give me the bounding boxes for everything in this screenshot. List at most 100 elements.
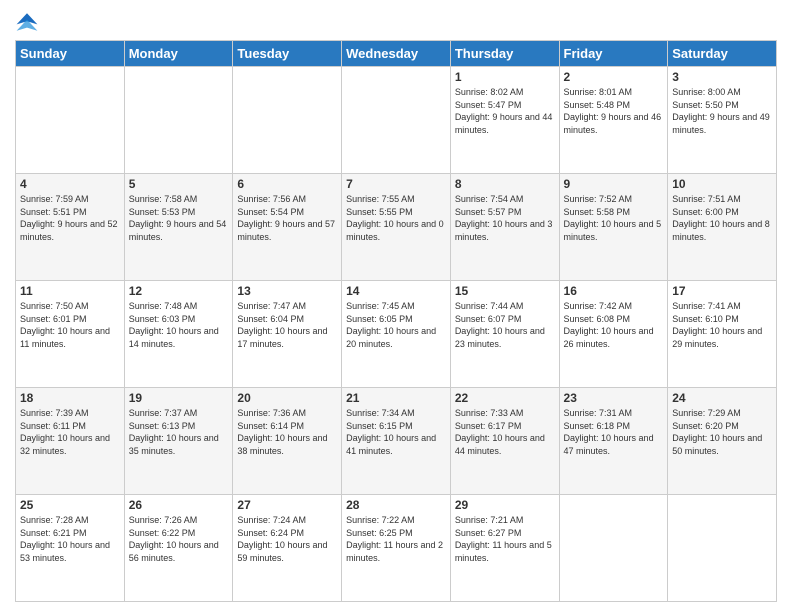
day-number: 15 [455,284,555,298]
day-cell [16,67,125,174]
week-row-4: 25 Sunrise: 7:28 AM Sunset: 6:21 PM Dayli… [16,495,777,602]
day-info: Sunrise: 7:31 AM Sunset: 6:18 PM Dayligh… [564,407,664,457]
day-info: Sunrise: 7:51 AM Sunset: 6:00 PM Dayligh… [672,193,772,243]
day-number: 20 [237,391,337,405]
week-row-3: 18Sunrise: 7:39 AM Sunset: 6:11 PM Dayli… [16,388,777,495]
day-number: 28 [346,498,446,512]
day-number: 25 [20,498,120,512]
week-row-1: 4 Sunrise: 7:59 AM Sunset: 5:51 PM Daylig… [16,174,777,281]
day-cell: 4 Sunrise: 7:59 AM Sunset: 5:51 PM Daylig… [16,174,125,281]
day-info: Sunrise: 8:02 AM Sunset: 5:47 PM Dayligh… [455,86,555,136]
day-number: 23 [564,391,664,405]
day-cell: 23 Sunrise: 7:31 AM Sunset: 6:18 PM Dayli… [559,388,668,495]
day-cell: 9Sunrise: 7:52 AM Sunset: 5:58 PM Daylig… [559,174,668,281]
header [15,10,777,34]
day-header-thursday: Thursday [450,41,559,67]
day-info: Sunrise: 8:01 AM Sunset: 5:48 PM Dayligh… [564,86,664,136]
day-number: 27 [237,498,337,512]
day-cell: 18Sunrise: 7:39 AM Sunset: 6:11 PM Dayli… [16,388,125,495]
day-cell: 2 Sunrise: 8:01 AM Sunset: 5:48 PM Daylig… [559,67,668,174]
day-cell [559,495,668,602]
day-info: Sunrise: 7:24 AM Sunset: 6:24 PM Dayligh… [237,514,337,564]
day-cell: 12 Sunrise: 7:48 AM Sunset: 6:03 PM Dayli… [124,281,233,388]
day-cell: 17 Sunrise: 7:41 AM Sunset: 6:10 PM Dayli… [668,281,777,388]
day-cell: 24 Sunrise: 7:29 AM Sunset: 6:20 PM Dayli… [668,388,777,495]
day-number: 29 [455,498,555,512]
logo [15,10,43,34]
day-info: Sunrise: 7:28 AM Sunset: 6:21 PM Dayligh… [20,514,120,564]
day-info: Sunrise: 7:44 AM Sunset: 6:07 PM Dayligh… [455,300,555,350]
day-cell: 22 Sunrise: 7:33 AM Sunset: 6:17 PM Dayli… [450,388,559,495]
day-cell: 11 Sunrise: 7:50 AM Sunset: 6:01 PM Dayli… [16,281,125,388]
day-number: 6 [237,177,337,191]
day-cell: 27 Sunrise: 7:24 AM Sunset: 6:24 PM Dayli… [233,495,342,602]
day-number: 7 [346,177,446,191]
day-cell: 26 Sunrise: 7:26 AM Sunset: 6:22 PM Dayli… [124,495,233,602]
page: SundayMondayTuesdayWednesdayThursdayFrid… [0,0,792,612]
day-number: 17 [672,284,772,298]
day-number: 9 [564,177,664,191]
day-cell [233,67,342,174]
day-info: Sunrise: 7:50 AM Sunset: 6:01 PM Dayligh… [20,300,120,350]
day-number: 10 [672,177,772,191]
day-info: Sunrise: 7:56 AM Sunset: 5:54 PM Dayligh… [237,193,337,243]
day-info: Sunrise: 7:21 AM Sunset: 6:27 PM Dayligh… [455,514,555,564]
day-info: Sunrise: 7:36 AM Sunset: 6:14 PM Dayligh… [237,407,337,457]
day-info: Sunrise: 7:42 AM Sunset: 6:08 PM Dayligh… [564,300,664,350]
day-cell: 7 Sunrise: 7:55 AM Sunset: 5:55 PM Daylig… [342,174,451,281]
day-header-saturday: Saturday [668,41,777,67]
day-info: Sunrise: 7:33 AM Sunset: 6:17 PM Dayligh… [455,407,555,457]
day-cell [124,67,233,174]
day-number: 19 [129,391,229,405]
day-cell: 5Sunrise: 7:58 AM Sunset: 5:53 PM Daylig… [124,174,233,281]
day-info: Sunrise: 7:45 AM Sunset: 6:05 PM Dayligh… [346,300,446,350]
day-number: 11 [20,284,120,298]
day-cell: 8Sunrise: 7:54 AM Sunset: 5:57 PM Daylig… [450,174,559,281]
day-number: 14 [346,284,446,298]
header-row: SundayMondayTuesdayWednesdayThursdayFrid… [16,41,777,67]
day-info: Sunrise: 8:00 AM Sunset: 5:50 PM Dayligh… [672,86,772,136]
week-row-2: 11 Sunrise: 7:50 AM Sunset: 6:01 PM Dayli… [16,281,777,388]
day-info: Sunrise: 7:59 AM Sunset: 5:51 PM Dayligh… [20,193,120,243]
day-number: 16 [564,284,664,298]
day-header-tuesday: Tuesday [233,41,342,67]
day-info: Sunrise: 7:37 AM Sunset: 6:13 PM Dayligh… [129,407,229,457]
day-info: Sunrise: 7:26 AM Sunset: 6:22 PM Dayligh… [129,514,229,564]
day-number: 13 [237,284,337,298]
day-cell [342,67,451,174]
day-number: 24 [672,391,772,405]
day-cell: 3Sunrise: 8:00 AM Sunset: 5:50 PM Daylig… [668,67,777,174]
day-info: Sunrise: 7:29 AM Sunset: 6:20 PM Dayligh… [672,407,772,457]
day-header-sunday: Sunday [16,41,125,67]
day-cell: 29 Sunrise: 7:21 AM Sunset: 6:27 PM Dayli… [450,495,559,602]
day-header-friday: Friday [559,41,668,67]
day-info: Sunrise: 7:39 AM Sunset: 6:11 PM Dayligh… [20,407,120,457]
day-number: 12 [129,284,229,298]
day-cell: 6 Sunrise: 7:56 AM Sunset: 5:54 PM Daylig… [233,174,342,281]
day-cell: 10 Sunrise: 7:51 AM Sunset: 6:00 PM Dayli… [668,174,777,281]
day-info: Sunrise: 7:48 AM Sunset: 6:03 PM Dayligh… [129,300,229,350]
day-info: Sunrise: 7:55 AM Sunset: 5:55 PM Dayligh… [346,193,446,243]
day-info: Sunrise: 7:54 AM Sunset: 5:57 PM Dayligh… [455,193,555,243]
day-info: Sunrise: 7:34 AM Sunset: 6:15 PM Dayligh… [346,407,446,457]
logo-icon [15,10,39,34]
day-info: Sunrise: 7:22 AM Sunset: 6:25 PM Dayligh… [346,514,446,564]
day-number: 2 [564,70,664,84]
day-cell: 16 Sunrise: 7:42 AM Sunset: 6:08 PM Dayli… [559,281,668,388]
day-cell: 14 Sunrise: 7:45 AM Sunset: 6:05 PM Dayli… [342,281,451,388]
day-info: Sunrise: 7:47 AM Sunset: 6:04 PM Dayligh… [237,300,337,350]
day-cell: 15 Sunrise: 7:44 AM Sunset: 6:07 PM Dayli… [450,281,559,388]
day-number: 26 [129,498,229,512]
day-number: 5 [129,177,229,191]
day-number: 22 [455,391,555,405]
day-cell: 13 Sunrise: 7:47 AM Sunset: 6:04 PM Dayli… [233,281,342,388]
day-cell: 1Sunrise: 8:02 AM Sunset: 5:47 PM Daylig… [450,67,559,174]
day-cell: 21Sunrise: 7:34 AM Sunset: 6:15 PM Dayli… [342,388,451,495]
day-info: Sunrise: 7:41 AM Sunset: 6:10 PM Dayligh… [672,300,772,350]
day-header-wednesday: Wednesday [342,41,451,67]
day-number: 4 [20,177,120,191]
day-cell: 20 Sunrise: 7:36 AM Sunset: 6:14 PM Dayli… [233,388,342,495]
week-row-0: 1Sunrise: 8:02 AM Sunset: 5:47 PM Daylig… [16,67,777,174]
day-cell: 28 Sunrise: 7:22 AM Sunset: 6:25 PM Dayli… [342,495,451,602]
day-header-monday: Monday [124,41,233,67]
